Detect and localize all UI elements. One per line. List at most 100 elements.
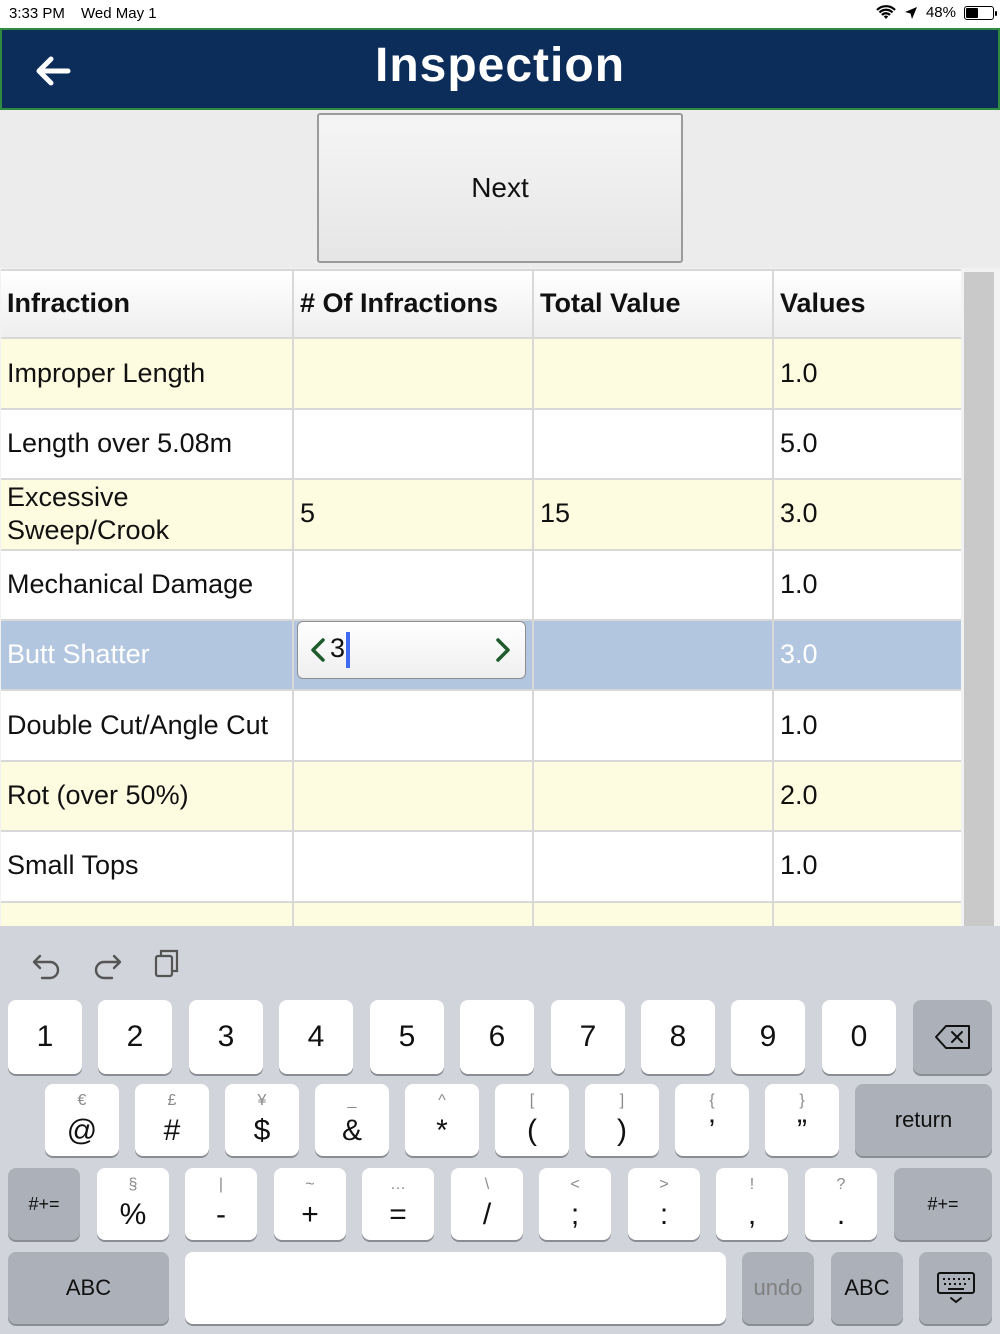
key-alt-label: { — [709, 1092, 715, 1109]
count-cell[interactable] — [294, 339, 534, 408]
table-row[interactable]: Small Tops 1.0 — [1, 832, 961, 903]
key-close-paren[interactable]: ]) — [585, 1084, 659, 1156]
column-header-values: Values — [780, 288, 866, 319]
value-cell: 1.0 — [780, 568, 818, 599]
undo-key[interactable]: undo — [742, 1252, 814, 1324]
count-cell: 3 — [294, 620, 534, 690]
text-caret — [346, 632, 351, 669]
symbols-key-left[interactable]: #+= — [8, 1168, 80, 1240]
undo-icon[interactable] — [30, 946, 64, 980]
paste-icon[interactable] — [150, 946, 184, 980]
total-cell — [534, 409, 774, 479]
page-title: Inspection — [374, 39, 626, 92]
stepper-next-button[interactable] — [483, 622, 523, 678]
table-row[interactable]: Double Cut/Angle Cut 1.0 — [1, 691, 961, 762]
key-plus[interactable]: ~ + — [274, 1168, 346, 1240]
key-alt-label: \ — [484, 1176, 490, 1193]
table-row[interactable]: Mechanical Damage 1.0 — [1, 550, 961, 621]
value-cell: 1.0 — [780, 709, 818, 740]
key-6[interactable]: 6 — [460, 1000, 534, 1074]
key-dollar[interactable]: ¥ $ — [225, 1084, 299, 1156]
key-apostrophe[interactable]: {’ — [675, 1084, 749, 1156]
key-7[interactable]: 7 — [551, 1000, 625, 1074]
value-cell: 2.0 — [780, 780, 818, 811]
abc-key-left[interactable]: ABC — [8, 1252, 169, 1324]
count-cell[interactable] — [294, 761, 534, 831]
key-label: ) — [617, 1114, 627, 1147]
key-label: - — [216, 1198, 226, 1231]
infraction-cell: Mechanical Damage — [1, 550, 294, 619]
key-label: . — [836, 1198, 846, 1231]
delete-key[interactable] — [913, 1000, 992, 1074]
key-asterisk[interactable]: ^ * — [405, 1084, 479, 1156]
key-slash[interactable]: \ / — [451, 1168, 523, 1240]
key-9[interactable]: 9 — [731, 1000, 805, 1074]
key-percent[interactable]: §% — [97, 1168, 169, 1240]
symbols-key-right[interactable]: #+= — [894, 1168, 992, 1240]
key-0[interactable]: 0 — [822, 1000, 896, 1074]
dismiss-keyboard-key[interactable] — [919, 1252, 992, 1324]
key-at[interactable]: € @ — [45, 1084, 119, 1156]
key-alt-label: € — [77, 1092, 87, 1109]
total-cell — [534, 691, 774, 760]
table-row[interactable]: Improper Length 1.0 — [1, 339, 961, 410]
count-cell[interactable] — [294, 550, 534, 619]
count-cell[interactable]: 5 — [294, 480, 534, 549]
keyboard-dismiss-icon — [936, 1272, 975, 1304]
key-label: * — [436, 1114, 448, 1147]
key-quote[interactable]: }” — [765, 1084, 839, 1156]
next-button[interactable]: Next — [317, 113, 683, 263]
key-hash[interactable]: £ # — [135, 1084, 209, 1156]
redo-icon[interactable] — [90, 946, 124, 980]
key-label: #+= — [28, 1193, 60, 1214]
infraction-cell: Butt Shatter — [1, 620, 294, 690]
key-semicolon[interactable]: <; — [539, 1168, 611, 1240]
key-label: ABC — [65, 1275, 112, 1300]
table-row[interactable] — [1, 902, 961, 926]
key-equals[interactable]: … = — [362, 1168, 434, 1240]
count-cell[interactable] — [294, 691, 534, 760]
key-2[interactable]: 2 — [98, 1000, 172, 1074]
key-label: ’ — [708, 1114, 716, 1147]
key-4[interactable]: 4 — [279, 1000, 353, 1074]
key-1[interactable]: 1 — [8, 1000, 82, 1074]
table-row[interactable]: Rot (over 50%) 2.0 — [1, 761, 961, 833]
key-3[interactable]: 3 — [189, 1000, 263, 1074]
count-cell[interactable] — [294, 409, 534, 479]
key-label: return — [894, 1107, 953, 1132]
infraction-table[interactable]: Infraction # Of Infractions Total Value … — [0, 268, 1000, 926]
key-label: / — [482, 1198, 492, 1231]
table-row[interactable]: Length over 5.08m 5.0 — [1, 409, 961, 481]
key-label: 4 — [307, 1020, 325, 1053]
count-stepper[interactable]: 3 — [297, 621, 526, 680]
value-cell: 3.0 — [780, 639, 818, 670]
key-open-paren[interactable]: [( — [495, 1084, 569, 1156]
table-scrollbar[interactable] — [964, 272, 994, 926]
table-row-selected[interactable]: Butt Shatter 3 3.0 — [1, 620, 961, 692]
return-key[interactable]: return — [855, 1084, 992, 1156]
wifi-icon — [876, 4, 896, 19]
key-label: $ — [253, 1114, 271, 1147]
key-8[interactable]: 8 — [641, 1000, 715, 1074]
key-period[interactable]: ?. — [805, 1168, 877, 1240]
key-comma[interactable]: !, — [716, 1168, 788, 1240]
stepper-input[interactable]: 3 — [330, 632, 351, 669]
count-cell[interactable] — [294, 832, 534, 901]
key-alt-label: < — [570, 1176, 580, 1193]
key-minus[interactable]: | - — [185, 1168, 257, 1240]
key-alt-label: ^ — [438, 1092, 446, 1109]
total-cell — [534, 620, 774, 690]
key-label: # — [163, 1114, 181, 1147]
key-label: ( — [527, 1114, 537, 1147]
key-colon[interactable]: >: — [628, 1168, 700, 1240]
key-label: ABC — [844, 1275, 890, 1300]
key-alt-label: ] — [619, 1092, 625, 1109]
battery-icon — [964, 5, 997, 20]
total-cell — [534, 832, 774, 901]
count-cell[interactable] — [294, 902, 534, 926]
table-row[interactable]: Excessive Sweep/Crook 5 15 3.0 — [1, 480, 961, 551]
space-key[interactable] — [185, 1252, 726, 1324]
abc-key-right[interactable]: ABC — [831, 1252, 903, 1324]
key-ampersand[interactable]: _ & — [315, 1084, 389, 1156]
key-5[interactable]: 5 — [370, 1000, 444, 1074]
